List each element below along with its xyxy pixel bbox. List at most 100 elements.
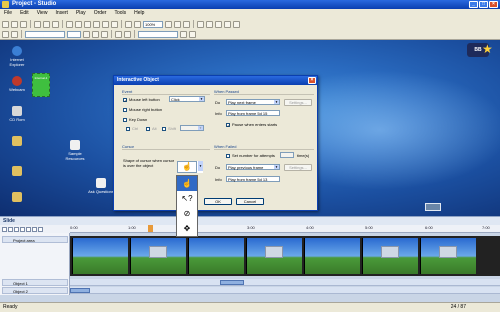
checkbox-box[interactable]	[123, 107, 127, 112]
text-icon[interactable]	[102, 20, 109, 28]
bold-icon[interactable]	[83, 30, 90, 38]
zoom-out-icon[interactable]	[134, 20, 141, 28]
select-icon[interactable]	[2, 30, 9, 38]
track-object-2[interactable]: Object 2	[2, 287, 68, 294]
frame-thumbnail[interactable]	[362, 238, 418, 274]
mouse-left-checkbox[interactable]: ✓ Mouse left button	[123, 97, 160, 102]
menu-file[interactable]: File	[4, 9, 12, 18]
chevron-down-icon[interactable]: ▼	[274, 165, 279, 169]
add-icon[interactable]	[20, 226, 25, 232]
selected-object[interactable]: Internal-1	[32, 73, 50, 97]
object-2-track[interactable]	[70, 287, 500, 294]
pointer-icon[interactable]	[66, 20, 73, 28]
frame-strip[interactable]	[70, 236, 500, 276]
key-down-checkbox[interactable]: Key Down	[123, 117, 147, 122]
key-select[interactable]: ▼	[180, 125, 204, 131]
rectangle-icon[interactable]	[84, 20, 91, 28]
stop-icon[interactable]	[14, 226, 19, 232]
paste-icon[interactable]	[52, 20, 59, 28]
save-icon[interactable]	[20, 20, 27, 28]
frame-thumbnail[interactable]	[130, 238, 186, 274]
alt-checkbox[interactable]: Alt	[146, 126, 157, 131]
menu-play[interactable]: Play	[76, 9, 86, 18]
zoom-in-icon[interactable]	[125, 20, 132, 28]
line-color-icon[interactable]	[124, 30, 131, 38]
chevron-down-icon[interactable]: ▼	[274, 100, 279, 104]
cursor-shape-arrow[interactable]: ▼	[197, 161, 203, 173]
desktop-icon[interactable]: CD Rom	[4, 106, 30, 122]
desktop-icon[interactable]: Webcam	[4, 76, 30, 92]
cut-icon[interactable]	[34, 20, 41, 28]
failed-settings-button[interactable]: Settings...	[284, 164, 312, 171]
menu-tools[interactable]: Tools	[114, 9, 126, 18]
menu-help[interactable]: Help	[134, 9, 144, 18]
line-icon[interactable]	[75, 20, 82, 28]
record-icon[interactable]	[165, 20, 172, 28]
grid-icon[interactable]	[189, 30, 196, 38]
italic-icon[interactable]	[92, 30, 99, 38]
send-back-icon[interactable]	[233, 20, 240, 28]
playhead[interactable]	[148, 225, 153, 232]
delete-icon[interactable]	[26, 226, 31, 232]
bring-front-icon[interactable]	[224, 20, 231, 28]
play-icon[interactable]	[8, 226, 13, 232]
time-ruler[interactable]: 0:00 1:00 2:00 3:00 4:00 5:00 6:00 7:00	[70, 225, 500, 233]
checkbox-box[interactable]	[126, 126, 130, 131]
shift-checkbox[interactable]: Shift	[162, 126, 176, 131]
play-icon[interactable]	[174, 20, 181, 28]
cursor-shape-select[interactable]: ☝	[177, 161, 197, 173]
object-clip[interactable]	[220, 280, 244, 285]
cursor-option[interactable]: ⊘	[177, 206, 197, 221]
font-select[interactable]	[25, 30, 65, 38]
object-1-track[interactable]	[70, 279, 500, 286]
menu-order[interactable]: Order	[94, 9, 107, 18]
stop-icon[interactable]	[183, 20, 190, 28]
menu-edit[interactable]: Edit	[20, 9, 29, 18]
set-attempts-checkbox[interactable]: Set number for attempts	[226, 153, 275, 158]
failed-action-select[interactable]: Play previous frame ▼	[226, 164, 280, 170]
underline-icon[interactable]	[101, 30, 108, 38]
checkbox-box[interactable]	[162, 126, 166, 131]
new-icon[interactable]	[2, 20, 9, 28]
ctrl-checkbox[interactable]: Ctrl	[126, 126, 138, 131]
cursor-option[interactable]: ☝	[177, 176, 197, 191]
open-icon[interactable]	[11, 20, 18, 28]
chevron-down-icon[interactable]: ▼	[198, 161, 203, 171]
ok-button[interactable]: OK	[204, 198, 232, 205]
minimize-button[interactable]: _	[469, 1, 478, 8]
cancel-button[interactable]: Cancel	[236, 198, 264, 205]
close-button[interactable]: ×	[489, 1, 498, 8]
align-center-icon[interactable]	[206, 20, 213, 28]
align-right-icon[interactable]	[215, 20, 222, 28]
checkbox-box[interactable]	[226, 153, 230, 158]
menu-view[interactable]: View	[37, 9, 48, 18]
dialog-close-button[interactable]: ×	[308, 77, 316, 84]
ellipse-icon[interactable]	[93, 20, 100, 28]
pause-checkbox[interactable]: ✓ Pause when enters starts	[226, 122, 277, 127]
cursor-option[interactable]: ↖?	[177, 191, 197, 206]
style-select[interactable]	[138, 30, 178, 38]
object-clip[interactable]	[70, 288, 90, 293]
chevron-down-icon[interactable]: ▼	[198, 126, 203, 130]
frame-thumbnail[interactable]	[188, 238, 244, 274]
zoom-icon[interactable]	[2, 226, 7, 232]
track-object-1[interactable]: Object 1	[2, 279, 68, 286]
fill-color-icon[interactable]	[115, 30, 122, 38]
frame-thumbnail[interactable]	[72, 238, 128, 274]
passed-action-select[interactable]: Play next frame ▼	[226, 99, 280, 105]
maximize-button[interactable]: □	[479, 1, 488, 8]
desktop-icon[interactable]: Internet Explorer	[4, 46, 30, 67]
chevron-down-icon[interactable]: ▼	[199, 97, 204, 101]
stage-button[interactable]	[425, 203, 441, 211]
cursor-option[interactable]: ✥	[177, 221, 197, 236]
checkbox-box[interactable]: ✓	[226, 122, 230, 127]
hand-icon[interactable]	[11, 30, 18, 38]
checkbox-box[interactable]: ✓	[123, 97, 127, 102]
desktop-icon[interactable]	[4, 192, 30, 203]
image-icon[interactable]	[111, 20, 118, 28]
passed-settings-button[interactable]: Settings...	[284, 99, 312, 106]
lock-icon[interactable]	[38, 226, 43, 232]
frame-thumbnail[interactable]	[246, 238, 302, 274]
mouse-right-checkbox[interactable]: Mouse right button	[123, 107, 162, 112]
desktop-icon[interactable]	[4, 136, 30, 147]
